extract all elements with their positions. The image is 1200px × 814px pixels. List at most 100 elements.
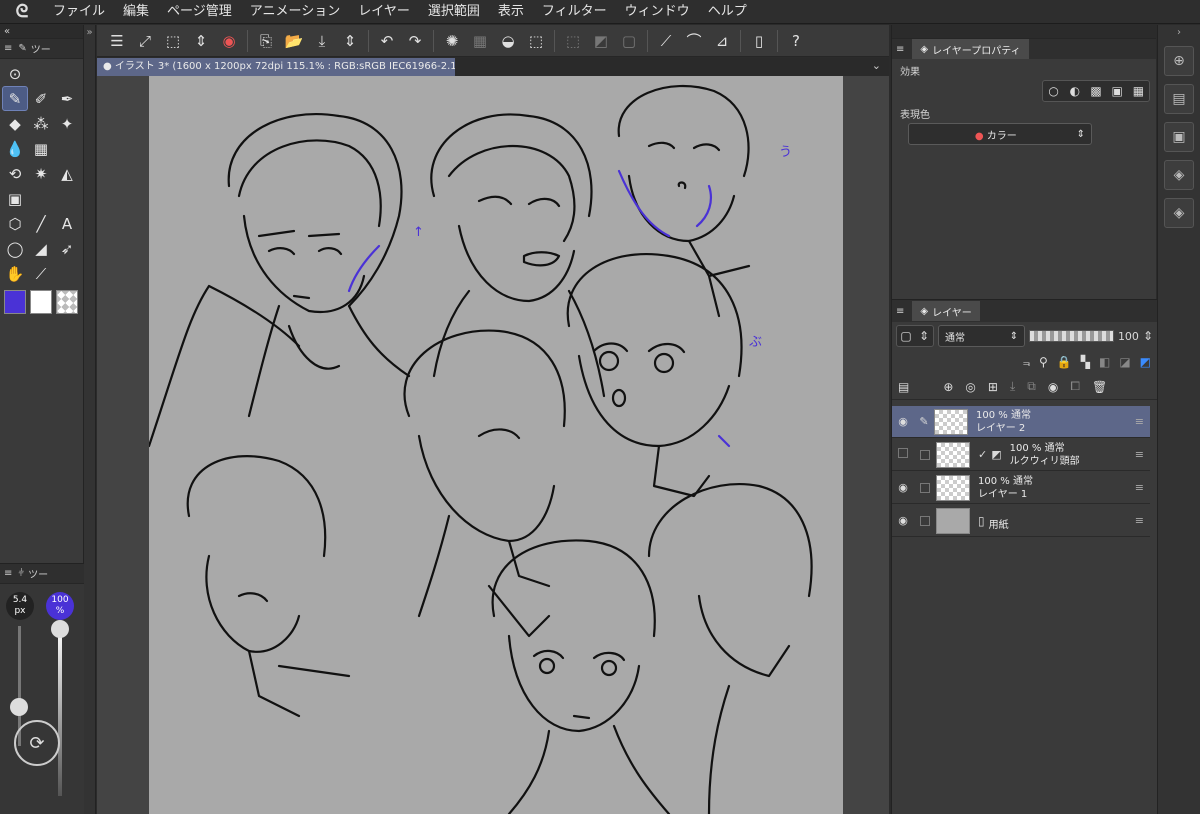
blend-mode-select[interactable]: 通常 ⇕ xyxy=(938,325,1026,347)
undo-icon[interactable]: ↶ xyxy=(373,27,401,55)
menu-selection[interactable]: 選択範囲 xyxy=(419,0,489,24)
smartphone-icon[interactable]: ▯ xyxy=(745,27,773,55)
transform-icon[interactable]: ⬚ xyxy=(522,27,550,55)
selection-border-icon[interactable]: ▢ xyxy=(615,27,643,55)
layer-row[interactable]: ◉ ▯ 用紙 ≡ xyxy=(892,505,1150,537)
sub-view-icon[interactable]: ▤ xyxy=(1164,84,1194,114)
tone-effect-icon[interactable]: ▩ xyxy=(1085,84,1106,98)
decoration-tool-icon[interactable]: ⁂ xyxy=(28,111,54,136)
pen-setting-icon[interactable]: ⬚ xyxy=(159,27,187,55)
magic-wand-icon[interactable]: ✷ xyxy=(28,161,54,186)
reduce-color-icon[interactable]: ▦ xyxy=(1128,84,1149,98)
clear-icon[interactable]: ▦ xyxy=(466,27,494,55)
edit-target-box[interactable] xyxy=(920,449,930,460)
invert-selection-icon[interactable]: ◩ xyxy=(587,27,615,55)
frame-tool-icon[interactable]: ▦ xyxy=(28,136,54,161)
material-icon[interactable]: ▣ xyxy=(1164,122,1194,152)
expand-icon[interactable]: » xyxy=(84,27,95,38)
edit-target-box[interactable] xyxy=(920,482,930,493)
stepper-icon[interactable]: ⇕ xyxy=(336,27,364,55)
blend-tool-icon[interactable]: 💧 xyxy=(2,136,28,161)
layer-property-tab[interactable]: ◈ レイヤープロパティ xyxy=(912,39,1029,59)
transfer-layer-icon[interactable]: ⤓ xyxy=(1010,379,1015,394)
line-tool-icon[interactable]: ╱ xyxy=(28,211,54,236)
menu-filter[interactable]: フィルター xyxy=(533,0,616,24)
expression-color-select[interactable]: ● カラー ⇕ xyxy=(908,123,1092,145)
collapse-left-icon[interactable]: « xyxy=(4,26,10,37)
text-tool-icon[interactable]: A xyxy=(54,211,80,236)
ruler-display-icon[interactable]: ◪ xyxy=(1119,355,1130,369)
special-ruler-snap-icon[interactable]: ⌒ xyxy=(680,27,708,55)
ruler-tool-icon[interactable]: ◢ xyxy=(28,236,54,261)
new-folder-icon[interactable]: ⊞ xyxy=(988,380,998,394)
new-raster-layer-icon[interactable]: ⊕ xyxy=(943,380,953,394)
navigator-icon[interactable]: ⊕ xyxy=(1164,46,1194,76)
edit-target-box[interactable] xyxy=(920,515,930,526)
opacity-chip[interactable]: 100 % xyxy=(46,592,74,620)
lock-transparent-icon[interactable]: ▚ xyxy=(1081,355,1090,369)
menu-layer[interactable]: レイヤー xyxy=(349,0,419,24)
layer-row[interactable]: ✓ ◩ 100 % 通常 ルクウィリ頭部 ≡ xyxy=(892,439,1150,471)
drag-handle-icon[interactable]: ≡ xyxy=(1135,481,1144,494)
create-mask-icon[interactable]: ◉ xyxy=(1048,380,1058,394)
pen-tool-icon[interactable]: ✎ xyxy=(2,86,28,111)
collapse-right-icon[interactable]: › xyxy=(1158,27,1200,38)
layer-tab[interactable]: ◈ レイヤー xyxy=(912,301,980,321)
opacity-slider-thumb[interactable] xyxy=(51,620,69,638)
menu-page[interactable]: ページ管理 xyxy=(158,0,241,24)
eye-icon[interactable]: ◉ xyxy=(892,514,914,527)
trash-icon[interactable]: 🗑 xyxy=(1092,380,1107,394)
sparkle-tool-icon[interactable]: ✦ xyxy=(54,111,80,136)
redo-icon[interactable]: ↷ xyxy=(401,27,429,55)
lock-icon[interactable]: 🔒 xyxy=(1057,355,1072,369)
menu-view[interactable]: 表示 xyxy=(489,0,533,24)
balloon-tool-icon[interactable]: ◯ xyxy=(2,236,28,261)
help-icon[interactable]: ? xyxy=(782,27,810,55)
clip-lower-layer-icon[interactable]: ⫬ xyxy=(1023,355,1030,370)
main-color-swatch[interactable] xyxy=(4,290,26,314)
sub-color-swatch[interactable] xyxy=(30,290,52,314)
apply-mask-icon[interactable]: ⧠ xyxy=(1070,379,1080,394)
drag-handle-icon[interactable]: ≡ xyxy=(1135,448,1144,461)
pencil-tool-icon[interactable]: ✐ xyxy=(28,86,54,111)
eye-icon[interactable]: ◉ xyxy=(892,481,914,494)
layer-color-icon[interactable]: ▣ xyxy=(1107,84,1128,98)
deselect-icon[interactable]: ⬚ xyxy=(559,27,587,55)
gradient-tool-icon[interactable]: ▣ xyxy=(2,186,28,211)
eraser-tool-icon[interactable]: ◆ xyxy=(2,111,28,136)
border-effect-icon[interactable]: ○ xyxy=(1043,84,1064,98)
fit-canvas-icon[interactable]: ⤢ xyxy=(131,27,159,55)
brush-size-slider-thumb[interactable] xyxy=(10,698,28,716)
layer-type-button[interactable]: ▢ ⇕ xyxy=(896,325,934,347)
visibility-box[interactable] xyxy=(892,448,914,461)
ruler-snap-icon[interactable]: ⟋ xyxy=(652,27,680,55)
layer-property-strip-icon[interactable]: ◈ xyxy=(1164,160,1194,190)
grid-snap-icon[interactable]: ⊿ xyxy=(708,27,736,55)
operation-icon[interactable]: ⊙ xyxy=(2,61,28,86)
layer-strip-icon[interactable]: ◈ xyxy=(1164,198,1194,228)
menu-animation[interactable]: アニメーション xyxy=(241,0,349,24)
lasso-tool-icon[interactable]: ⟲ xyxy=(2,161,28,186)
clip-studio-logo-icon[interactable]: ᘓ xyxy=(0,0,44,24)
drag-handle-icon[interactable]: ≡ xyxy=(1135,514,1144,527)
reference-layer-icon[interactable]: ⚲ xyxy=(1039,355,1048,369)
layer-color-icon[interactable]: ◩ xyxy=(1140,355,1151,369)
hand-tool-icon[interactable]: ✋ xyxy=(2,261,28,286)
fill-tool-icon[interactable]: ◭ xyxy=(54,161,80,186)
menu-icon[interactable]: ≡ xyxy=(896,44,904,55)
3d-object-icon[interactable]: ⬡ xyxy=(2,211,28,236)
layer-row[interactable]: ◉ 100 % 通常 レイヤー 1 ≡ xyxy=(892,472,1150,504)
canvas-area[interactable]: ↑ う ぶ xyxy=(97,76,889,814)
canvas-paper[interactable]: ↑ う ぶ xyxy=(149,76,843,814)
menu-file[interactable]: ファイル xyxy=(44,0,114,24)
opacity-slider[interactable] xyxy=(1029,330,1114,342)
menu-window[interactable]: ウィンドウ xyxy=(616,0,699,24)
stepper-icon[interactable]: ⇕ xyxy=(1143,329,1153,343)
fill-icon[interactable]: ◒ xyxy=(494,27,522,55)
layer-list-icon[interactable]: ▤ xyxy=(898,380,909,394)
chevron-down-icon[interactable]: ⌄ xyxy=(872,59,881,72)
extract-line-icon[interactable]: ◐ xyxy=(1064,84,1085,98)
merge-layer-icon[interactable]: ⧉ xyxy=(1027,379,1036,394)
record-icon[interactable]: ◉ xyxy=(215,27,243,55)
menu-icon[interactable]: ≡ xyxy=(4,43,12,54)
